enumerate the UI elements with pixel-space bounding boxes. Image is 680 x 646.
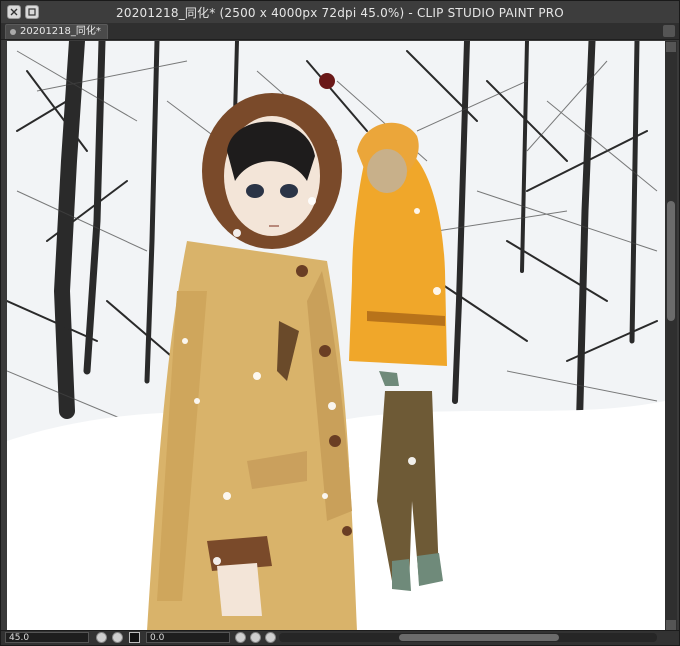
drawing-canvas[interactable] [7, 41, 665, 631]
artwork [7, 41, 665, 631]
horizontal-scroll-thumb[interactable] [399, 634, 559, 641]
zoom-field[interactable]: 45.0 [5, 632, 89, 643]
horizontal-scrollbar[interactable] [279, 633, 657, 642]
title-bar: 20201218_同化* (2500 x 4000px 72dpi 45.0%)… [1, 1, 679, 24]
rotation-angle-field[interactable]: 0.0 [146, 632, 230, 643]
scroll-down-arrow[interactable] [666, 620, 676, 630]
zoom-in-icon[interactable] [112, 632, 123, 643]
document-tab-bar: 20201218_同化* [1, 23, 679, 40]
rotate-right-icon[interactable] [250, 632, 261, 643]
red-berry [319, 73, 335, 89]
fit-icon[interactable] [129, 632, 140, 643]
app-window: 20201218_同化* (2500 x 4000px 72dpi 45.0%)… [0, 0, 680, 646]
document-tab[interactable]: 20201218_同化* [5, 24, 108, 39]
zoom-out-icon[interactable] [96, 632, 107, 643]
window-title: 20201218_同化* (2500 x 4000px 72dpi 45.0%)… [116, 6, 564, 20]
tab-scroll-button[interactable] [663, 25, 675, 37]
reset-icon[interactable] [265, 632, 276, 643]
scroll-up-arrow[interactable] [666, 42, 676, 52]
vertical-scrollbar[interactable] [665, 41, 677, 631]
rotate-left-icon[interactable] [235, 632, 246, 643]
tab-close-icon[interactable] [10, 29, 16, 35]
vertical-scroll-thumb[interactable] [667, 201, 675, 321]
document-tab-label: 20201218_同化* [20, 26, 101, 37]
status-bar: 45.0 0.0 [1, 630, 679, 645]
